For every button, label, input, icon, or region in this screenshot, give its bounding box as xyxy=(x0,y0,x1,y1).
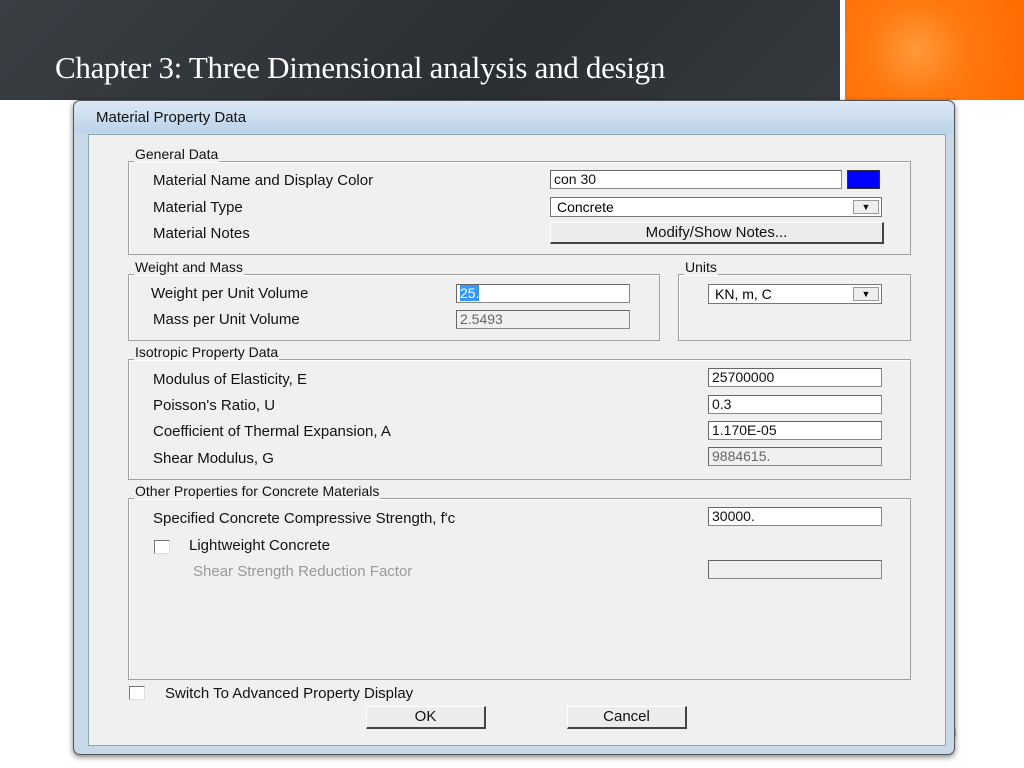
title-bar[interactable]: Material Property Data xyxy=(74,101,954,133)
material-type-value: Concrete xyxy=(557,199,614,215)
material-type-label: Material Type xyxy=(153,199,243,216)
weight-value: 25. xyxy=(460,285,480,301)
group-label: Other Properties for Concrete Materials xyxy=(134,483,381,499)
chevron-down-icon[interactable]: ▼ xyxy=(853,287,879,301)
units-value: KN, m, C xyxy=(715,286,772,302)
group-label: Units xyxy=(684,259,718,275)
shear-modulus-label: Shear Modulus, G xyxy=(153,450,274,467)
lightweight-checkbox[interactable] xyxy=(154,540,170,554)
chevron-down-icon[interactable]: ▼ xyxy=(853,200,879,214)
units-select[interactable]: KN, m, C ▼ xyxy=(708,284,882,304)
group-label: General Data xyxy=(134,146,220,162)
advanced-display-label: Switch To Advanced Property Display xyxy=(165,685,414,702)
group-label: Isotropic Property Data xyxy=(134,344,280,360)
material-name-label: Material Name and Display Color xyxy=(153,172,374,189)
lightweight-label: Lightweight Concrete xyxy=(189,537,330,554)
group-label: Weight and Mass xyxy=(134,259,244,275)
modify-notes-button[interactable]: Modify/Show Notes... xyxy=(550,222,884,244)
shear-modulus-input: 9884615. xyxy=(708,447,882,466)
poisson-input[interactable]: 0.3 xyxy=(708,395,882,414)
dialog-title: Material Property Data xyxy=(96,109,247,126)
material-name-input[interactable]: con 30 xyxy=(550,170,842,189)
weight-input[interactable]: 25. xyxy=(456,284,630,303)
slide-title: Chapter 3: Three Dimensional analysis an… xyxy=(55,50,666,85)
modulus-input[interactable]: 25700000 xyxy=(708,368,882,387)
mass-input: 2.5493 xyxy=(456,310,630,329)
fc-label: Specified Concrete Compressive Strength,… xyxy=(153,510,456,527)
thermal-input[interactable]: 1.170E-05 xyxy=(708,421,882,440)
material-notes-label: Material Notes xyxy=(153,225,250,242)
mass-label: Mass per Unit Volume xyxy=(153,311,300,328)
thermal-label: Coefficient of Thermal Expansion, A xyxy=(153,423,391,440)
weight-label: Weight per Unit Volume xyxy=(151,285,309,302)
material-type-select[interactable]: Concrete ▼ xyxy=(550,197,882,217)
fc-input[interactable]: 30000. xyxy=(708,507,882,526)
shear-reduction-input xyxy=(708,560,882,579)
decorative-orange-panel xyxy=(845,0,1024,100)
poisson-label: Poisson's Ratio, U xyxy=(153,397,276,414)
cancel-button[interactable]: Cancel xyxy=(567,706,687,729)
advanced-display-checkbox[interactable] xyxy=(129,686,145,700)
modulus-label: Modulus of Elasticity, E xyxy=(153,371,307,388)
ok-button[interactable]: OK xyxy=(366,706,486,729)
display-color-swatch[interactable] xyxy=(847,170,880,189)
shear-reduction-label: Shear Strength Reduction Factor xyxy=(193,563,413,580)
